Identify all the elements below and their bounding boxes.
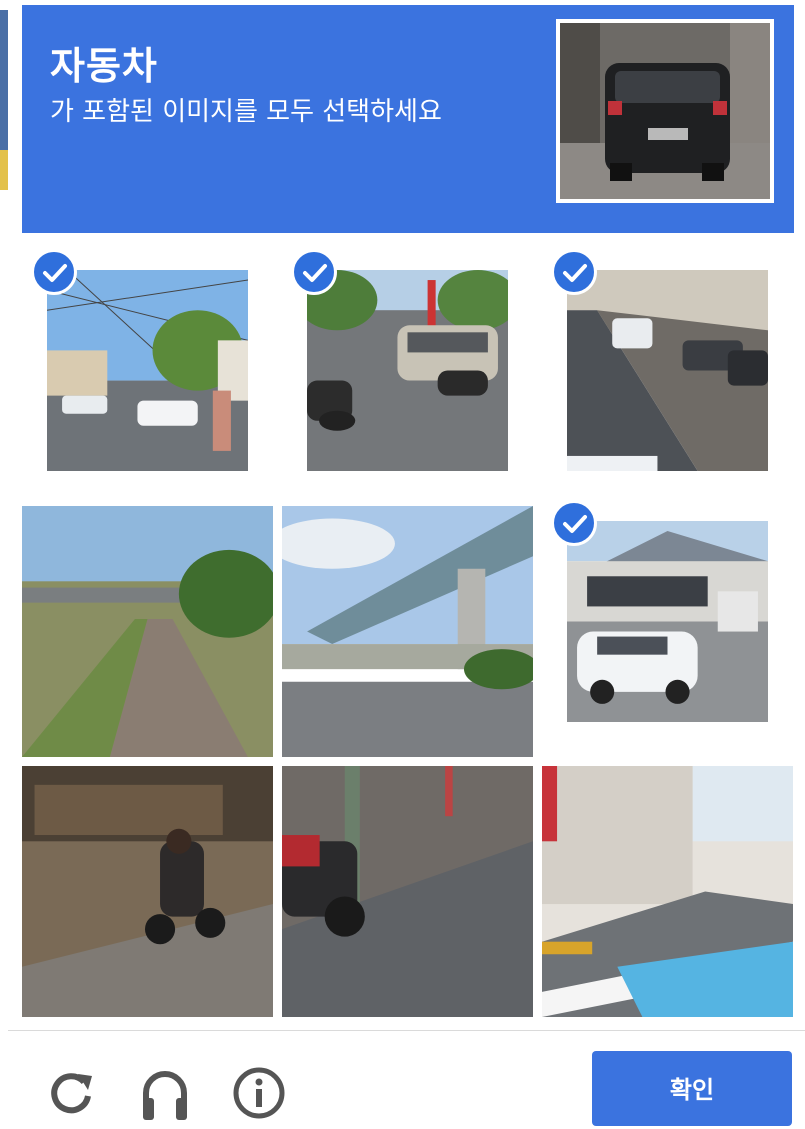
checkmark-icon bbox=[551, 500, 597, 546]
verify-button[interactable]: 확인 bbox=[592, 1051, 792, 1126]
tile-5[interactable] bbox=[282, 506, 533, 757]
tile-image bbox=[542, 766, 793, 1017]
tile-image bbox=[307, 270, 508, 471]
captcha-popup: 자동차 가 포함된 이미지를 모두 선택하세요 확인 bbox=[8, 0, 805, 1126]
tile-image bbox=[22, 506, 273, 757]
checkmark-icon bbox=[291, 249, 337, 295]
tile-1[interactable] bbox=[22, 249, 273, 506]
footer-divider bbox=[8, 1030, 805, 1031]
audio-headphones-icon[interactable] bbox=[138, 1066, 192, 1120]
checkmark-icon bbox=[551, 249, 597, 295]
challenge-instruction: 가 포함된 이미지를 모두 선택하세요 bbox=[50, 97, 442, 127]
tile-image bbox=[22, 766, 273, 1017]
tile-4[interactable] bbox=[22, 506, 273, 757]
tile-9[interactable] bbox=[542, 766, 793, 1017]
challenge-header: 자동차 가 포함된 이미지를 모두 선택하세요 bbox=[22, 5, 794, 233]
info-icon[interactable] bbox=[232, 1066, 286, 1120]
tile-image bbox=[282, 766, 533, 1017]
reload-icon[interactable] bbox=[44, 1066, 98, 1120]
tile-image bbox=[567, 521, 768, 722]
challenge-title: 자동차 bbox=[50, 44, 158, 88]
tile-image bbox=[567, 270, 768, 471]
tile-7[interactable] bbox=[22, 766, 273, 1017]
tile-image bbox=[282, 506, 533, 757]
checkmark-icon bbox=[31, 249, 77, 295]
tile-6[interactable] bbox=[542, 500, 793, 757]
tile-2[interactable] bbox=[282, 249, 533, 506]
image-grid bbox=[22, 249, 794, 1018]
tile-8[interactable] bbox=[282, 766, 533, 1017]
sample-image bbox=[556, 19, 774, 203]
tile-image bbox=[47, 270, 248, 471]
tile-3[interactable] bbox=[542, 249, 793, 506]
